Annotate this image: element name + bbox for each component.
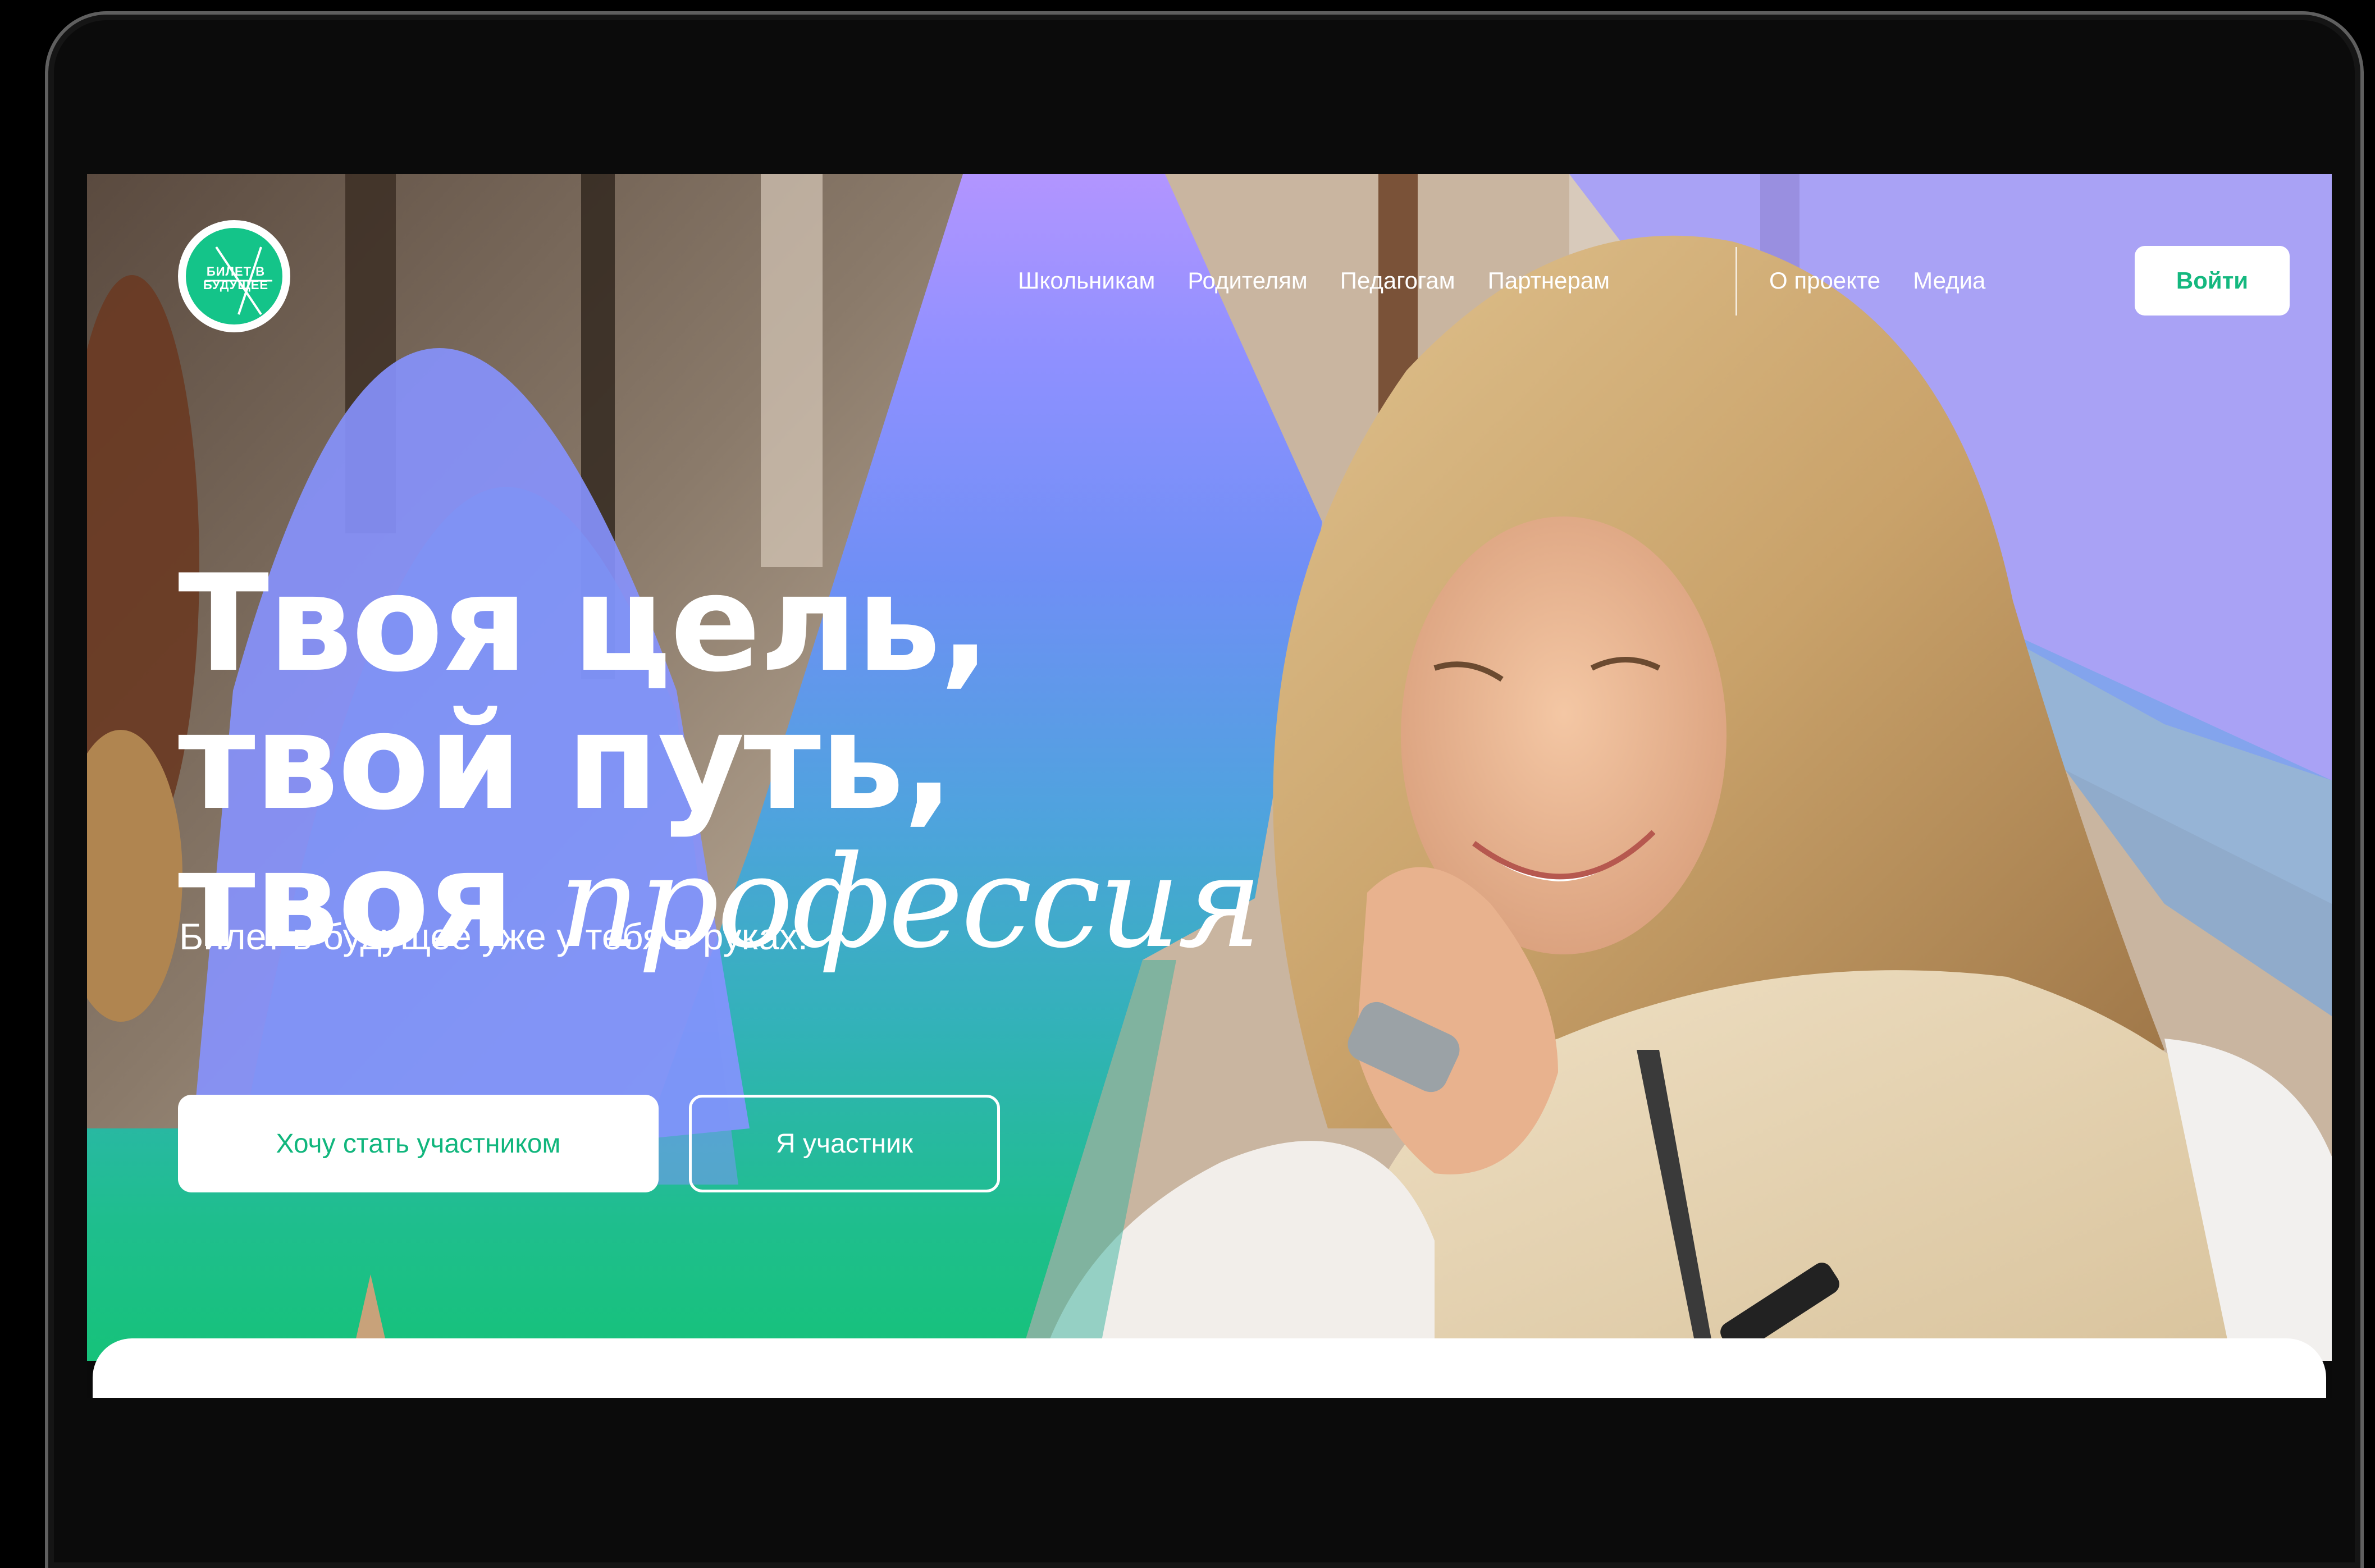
login-button[interactable]: Войти <box>2135 246 2290 316</box>
nav-link-students[interactable]: Школьникам <box>1018 267 1155 294</box>
headline-line-1: Твоя цель, <box>178 546 990 702</box>
nav-link-about[interactable]: О проекте <box>1769 267 1880 294</box>
logo-text: БИЛЕТ В БУДУЩЕЕ <box>203 264 269 292</box>
nav-link-partners[interactable]: Партнерам <box>1488 267 1610 294</box>
hero-section: БИЛЕТ В БУДУЩЕЕ Школьникам Родителям Пед… <box>87 174 2332 1361</box>
secondary-nav: О проекте Медиа <box>1769 264 2018 298</box>
i-am-participant-button[interactable]: Я участник <box>689 1095 1000 1192</box>
content-card-edge <box>87 1338 2332 1398</box>
device-frame: БИЛЕТ В БУДУЩЕЕ Школьникам Родителям Пед… <box>0 0 2375 1568</box>
logo[interactable]: БИЛЕТ В БУДУЩЕЕ <box>178 220 290 332</box>
nav-link-parents[interactable]: Родителям <box>1188 267 1307 294</box>
main-nav: Школьникам Родителям Педагогам Партнерам <box>1018 264 1642 298</box>
content-card-top <box>93 1338 2326 1398</box>
nav-divider <box>1735 247 1737 316</box>
become-participant-button[interactable]: Хочу стать участником <box>178 1095 659 1192</box>
nav-link-teachers[interactable]: Педагогам <box>1340 267 1455 294</box>
hero-headline: Твоя цель, твой путь, твоя профессия <box>178 546 1262 972</box>
browser-viewport: БИЛЕТ В БУДУЩЕЕ Школьникам Родителям Пед… <box>87 174 2332 1398</box>
hero-subtitle: Билет в будущее уже у тебя в руках! <box>179 916 809 957</box>
headline-line-2: твой путь, <box>178 684 954 840</box>
nav-link-media[interactable]: Медиа <box>1913 267 1985 294</box>
